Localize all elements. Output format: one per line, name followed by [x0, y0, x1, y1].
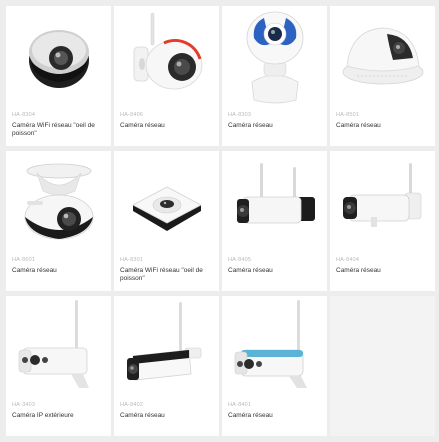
product-card[interactable]: HA-8402 Caméra réseau — [114, 296, 219, 436]
product-caption: HA-8405 Caméra réseau — [222, 251, 327, 291]
product-image[interactable] — [330, 6, 435, 106]
product-image[interactable] — [6, 6, 111, 106]
product-image[interactable] — [6, 151, 111, 251]
product-title[interactable]: Caméra réseau — [12, 267, 105, 275]
product-image[interactable] — [114, 6, 219, 106]
robot-ptz-camera-icon — [246, 11, 303, 104]
fisheye-dome-camera-icon — [28, 30, 89, 88]
antenna-bullet-camera-icon — [342, 163, 421, 227]
product-sku: HA-3403 — [12, 402, 36, 408]
product-sku: HA-8304 — [12, 112, 36, 118]
product-card[interactable]: HA-8501 Caméra réseau — [330, 6, 435, 146]
product-card[interactable]: HA-8601 Caméra réseau — [6, 151, 111, 291]
product-title[interactable]: Caméra WiFi réseau "oeil de poisson" — [120, 267, 213, 283]
dual-antenna-bullet-camera-icon — [236, 163, 315, 224]
product-title[interactable]: Caméra réseau — [228, 412, 321, 420]
product-caption: HA-8301 Caméra WiFi réseau "oeil de pois… — [114, 251, 219, 291]
product-title[interactable]: Caméra WiFi réseau "oeil de poisson" — [12, 122, 105, 138]
product-card[interactable]: HA-8401 Caméra réseau — [222, 296, 327, 436]
outdoor-bullet-camera-icon — [18, 300, 89, 388]
black-bullet-camera-icon — [126, 302, 201, 381]
product-card[interactable]: HA-8404 Caméra réseau — [330, 151, 435, 291]
product-image[interactable] — [114, 151, 219, 251]
product-title[interactable]: Caméra réseau — [120, 412, 213, 420]
product-sku: HA-8401 — [228, 402, 252, 408]
product-title[interactable]: Caméra IP extérieure — [12, 412, 105, 420]
product-sku: HA-8406 — [120, 112, 144, 118]
product-caption: HA-8401 Caméra réseau — [222, 396, 327, 436]
product-caption: HA-8304 Caméra WiFi réseau "oeil de pois… — [6, 106, 111, 146]
product-sku: HA-8501 — [336, 112, 360, 118]
product-image[interactable] — [222, 151, 327, 251]
product-caption: HA-8501 Caméra réseau — [330, 106, 435, 146]
product-sku: HA-8303 — [228, 112, 252, 118]
product-sku: HA-8601 — [12, 257, 36, 263]
product-caption: HA-8303 Caméra réseau — [222, 106, 327, 146]
ceiling-dome-camera-icon — [342, 27, 423, 85]
product-title[interactable]: Caméra réseau — [336, 267, 429, 275]
product-caption: HA-8406 Caméra réseau — [114, 106, 219, 146]
product-grid-page: HA-8304 Caméra WiFi réseau "oeil de pois… — [0, 0, 439, 442]
product-card[interactable]: HA-8405 Caméra réseau — [222, 151, 327, 291]
product-caption: HA-8404 Caméra réseau — [330, 251, 435, 291]
product-card[interactable]: HA-8301 Caméra WiFi réseau "oeil de pois… — [114, 151, 219, 291]
product-sku: HA-8405 — [228, 257, 252, 263]
empty-grid-slot — [330, 296, 435, 436]
product-caption: HA-8402 Caméra réseau — [114, 396, 219, 436]
product-caption: HA-3403 Caméra IP extérieure — [6, 396, 111, 436]
product-card[interactable]: HA-8304 Caméra WiFi réseau "oeil de pois… — [6, 6, 111, 146]
product-image[interactable] — [114, 296, 219, 396]
product-title[interactable]: Caméra réseau — [228, 267, 321, 275]
product-sku: HA-8402 — [120, 402, 144, 408]
product-caption: HA-8601 Caméra réseau — [6, 251, 111, 291]
product-sku: HA-8404 — [336, 257, 360, 263]
product-title[interactable]: Caméra réseau — [336, 122, 429, 130]
product-title[interactable]: Caméra réseau — [228, 122, 321, 130]
product-image[interactable] — [6, 296, 111, 396]
product-card[interactable]: HA-8303 Caméra réseau — [222, 6, 327, 146]
ceiling-mount-camera-icon — [24, 163, 93, 240]
wall-mount-camera-icon — [133, 12, 202, 90]
product-image[interactable] — [222, 296, 327, 396]
product-image[interactable] — [330, 151, 435, 251]
product-grid: HA-8304 Caméra WiFi réseau "oeil de pois… — [6, 6, 435, 436]
blue-bullet-camera-icon — [234, 300, 307, 388]
square-fisheye-camera-icon — [131, 186, 202, 231]
product-card[interactable]: HA-8406 Caméra réseau — [114, 6, 219, 146]
product-card[interactable]: HA-3403 Caméra IP extérieure — [6, 296, 111, 436]
product-title[interactable]: Caméra réseau — [120, 122, 213, 130]
product-image[interactable] — [222, 6, 327, 106]
product-sku: HA-8301 — [120, 257, 144, 263]
